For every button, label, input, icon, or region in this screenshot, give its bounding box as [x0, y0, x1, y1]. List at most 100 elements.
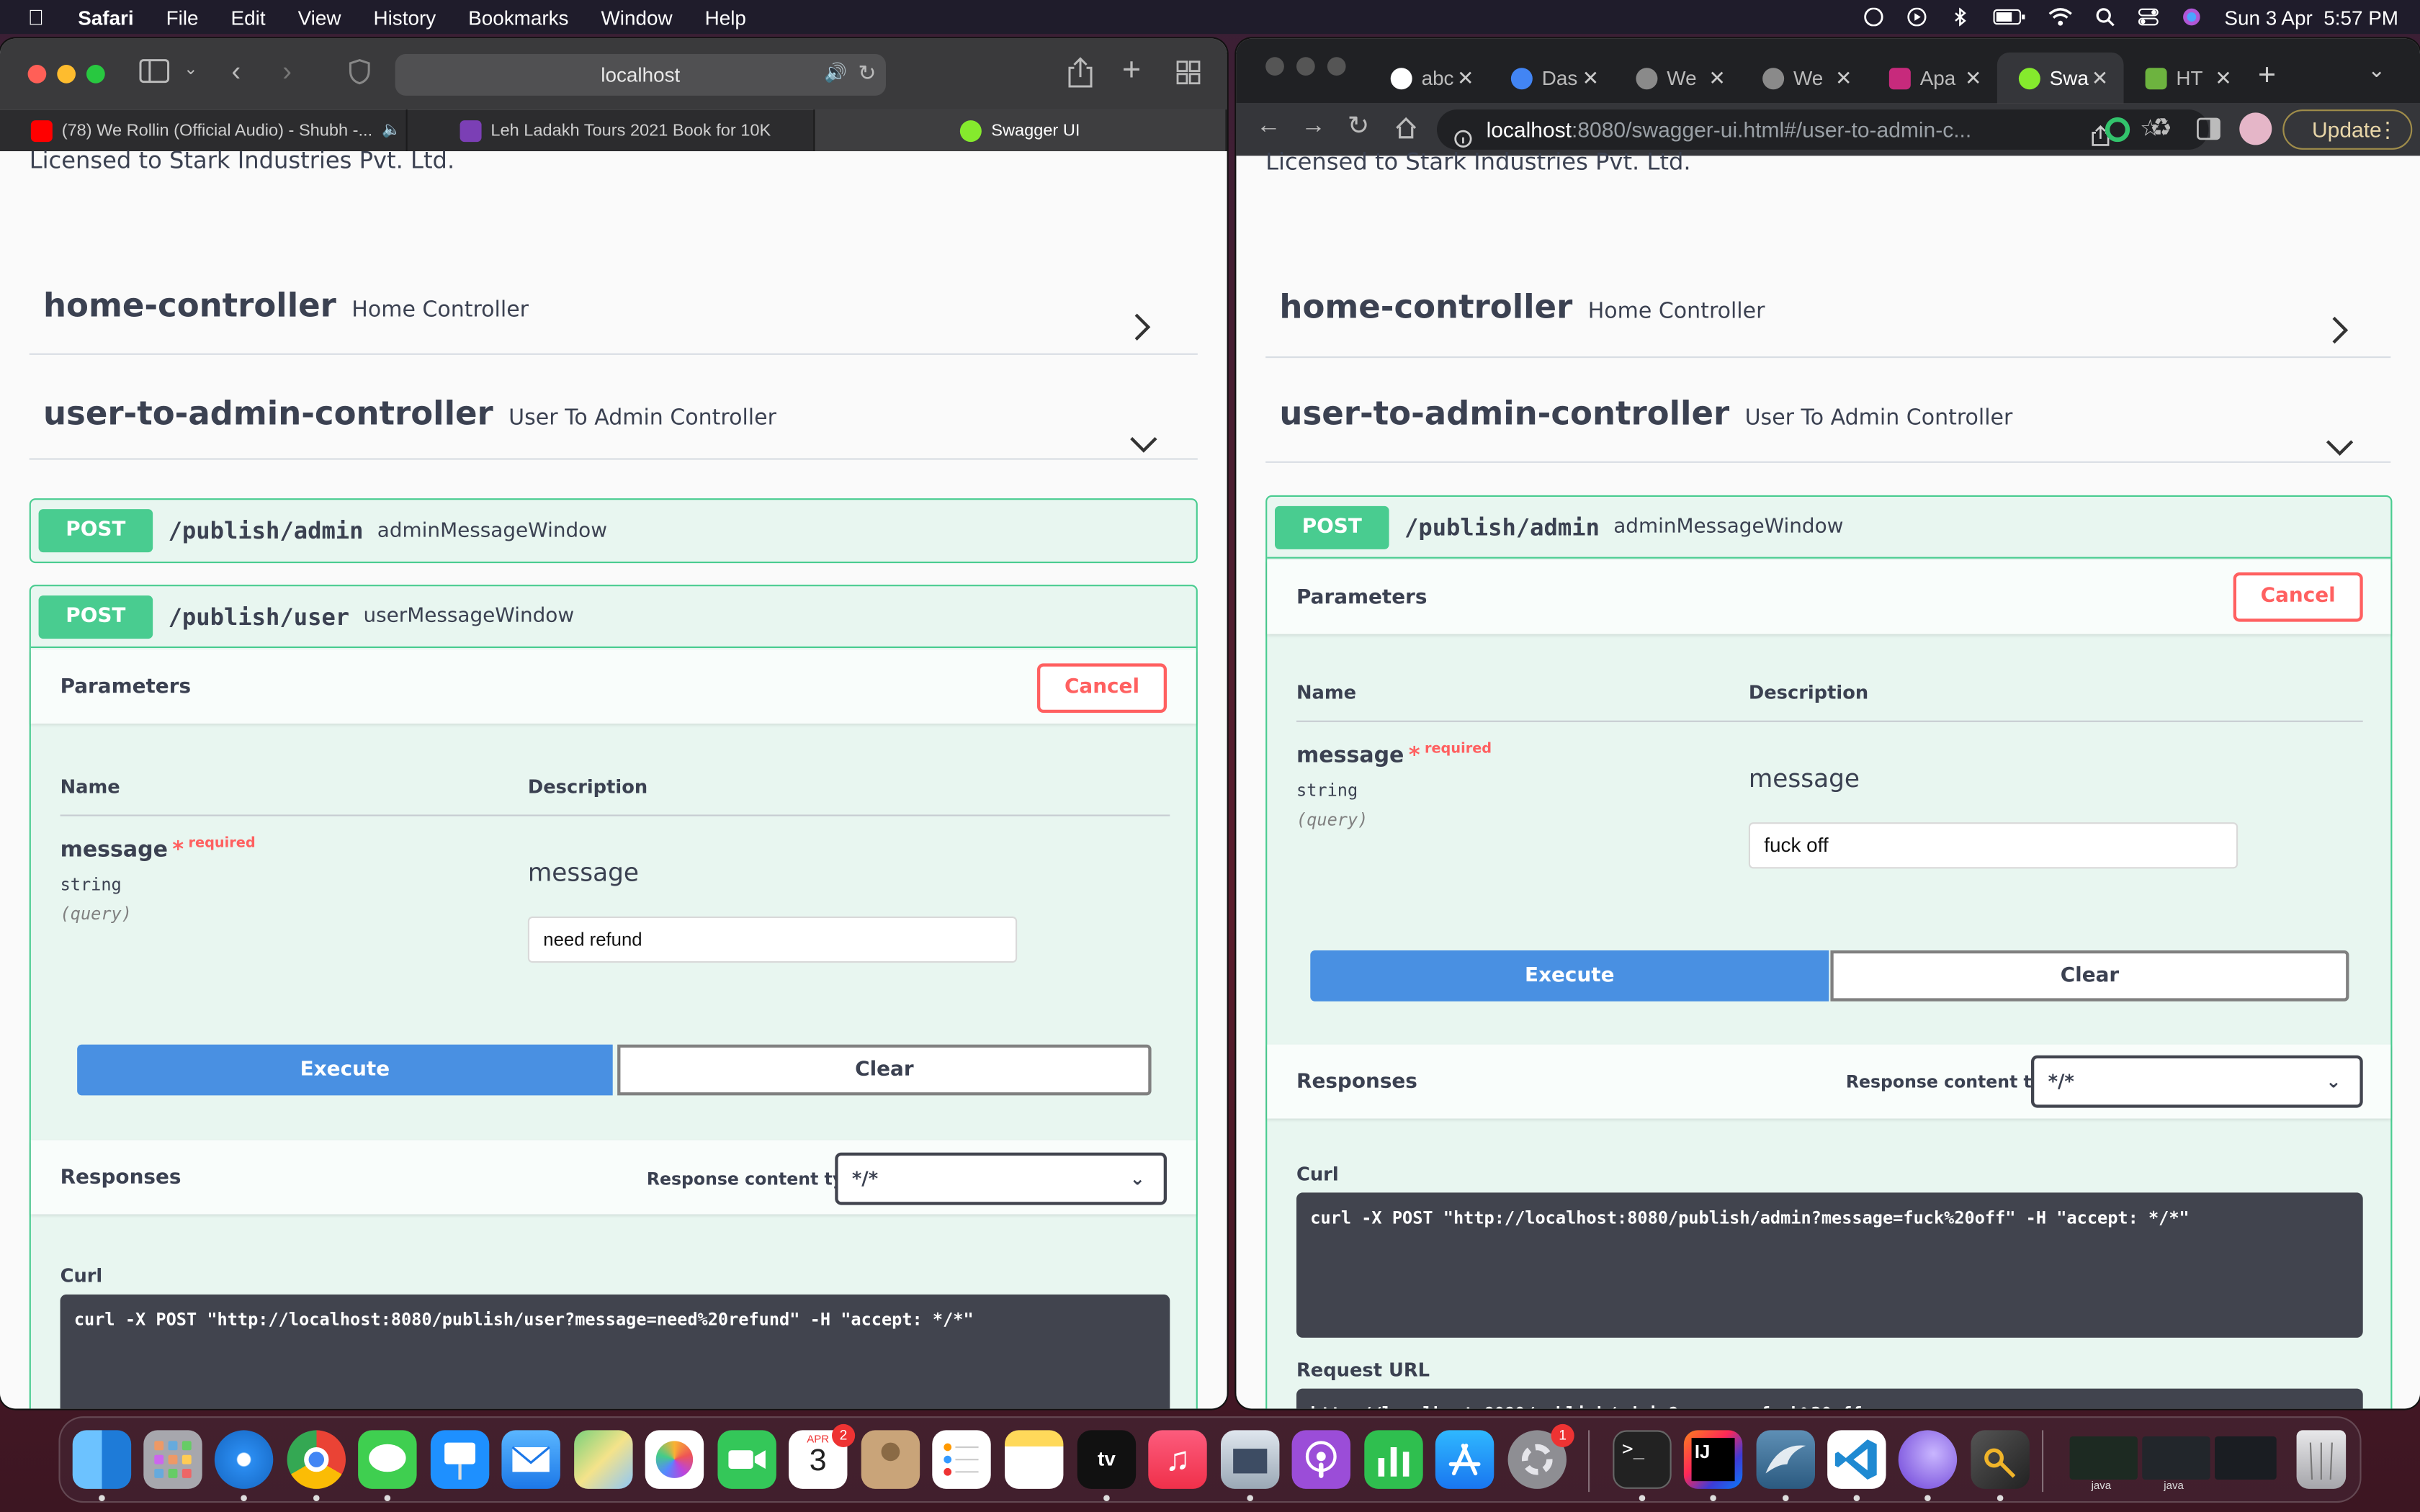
operation-header[interactable]: POST /publish/admin adminMessageWindow	[1267, 497, 2391, 559]
reminders-icon[interactable]	[932, 1430, 991, 1489]
cancel-button[interactable]: Cancel	[1037, 663, 1167, 713]
execute-button[interactable]: Execute	[1310, 950, 1829, 1002]
facetime-icon[interactable]	[717, 1430, 776, 1489]
keynote-icon[interactable]	[430, 1430, 490, 1489]
request-url-code[interactable]: http://localhost:8080/publish/admin?mess…	[1296, 1388, 2363, 1409]
siri-icon[interactable]	[2181, 8, 2202, 27]
audio-icon[interactable]: 🔈	[382, 122, 401, 139]
chevron-down-icon[interactable]	[1128, 426, 1159, 462]
uta-controller-header[interactable]: user-to-admin-controller User To Admin C…	[1265, 386, 2391, 463]
address-bar[interactable]: localhost	[395, 54, 886, 96]
close-tab-icon[interactable]: ✕	[1965, 66, 1981, 90]
chrome-icon[interactable]	[287, 1430, 346, 1489]
tab-swagger[interactable]: Swa ✕	[1996, 52, 2124, 104]
apple-menu-icon[interactable]: 	[28, 4, 45, 29]
menubar-datetime[interactable]: Sun 3 Apr 5:57 PM	[2224, 6, 2398, 29]
trash-icon[interactable]	[2296, 1430, 2347, 1489]
notes-icon[interactable]	[1005, 1430, 1064, 1489]
menu-edit[interactable]: Edit	[231, 6, 266, 29]
app-store-icon[interactable]	[1435, 1430, 1494, 1489]
close-tab-icon[interactable]: ✕	[1582, 66, 1599, 90]
side-panel-icon[interactable]	[2196, 117, 2220, 150]
response-content-type-select[interactable]: */* ⌄	[2031, 1055, 2363, 1108]
terminal-icon[interactable]: >_	[1613, 1430, 1672, 1489]
message-input[interactable]: fuck off	[1748, 822, 2238, 869]
close-window-button[interactable]	[27, 65, 47, 84]
menu-view[interactable]: View	[298, 6, 341, 29]
extension-icon[interactable]	[2105, 117, 2130, 143]
tab-google[interactable]: Das ✕	[1489, 53, 1615, 104]
reload-icon[interactable]: ↻	[858, 60, 876, 86]
back-icon[interactable]: ‹	[231, 55, 241, 88]
app-menu[interactable]: Safari	[78, 6, 133, 29]
close-tab-icon[interactable]: ✕	[1457, 66, 1474, 90]
close-tab-icon[interactable]: ✕	[2215, 66, 2231, 90]
close-tab-icon[interactable]: ✕	[1835, 66, 1852, 90]
menu-bookmarks[interactable]: Bookmarks	[468, 6, 568, 29]
window-thumbnail-java-2[interactable]	[2142, 1436, 2210, 1480]
home-controller-header[interactable]: home-controller Home Controller	[1265, 279, 2391, 359]
chrome-address-bar[interactable]: localhost:8080/swagger-ui.html#/user-to-…	[1436, 109, 2209, 150]
minimize-window-button[interactable]	[57, 65, 76, 84]
tab-overview-icon[interactable]	[1176, 60, 1201, 91]
clear-button[interactable]: Clear	[617, 1044, 1152, 1096]
menu-window[interactable]: Window	[601, 6, 673, 29]
control-center-icon[interactable]	[2138, 8, 2159, 27]
tab-apache[interactable]: Apa ✕	[1868, 53, 1997, 104]
avatar[interactable]	[2239, 112, 2272, 145]
privacy-shield-icon[interactable]	[349, 58, 370, 91]
tab-swagger-ui[interactable]: Swagger UI	[815, 109, 1227, 151]
creative-cloud-icon[interactable]	[1863, 7, 1885, 27]
tab-youtube[interactable]: (78) We Rollin (Official Audio) - Shubh …	[0, 109, 408, 151]
chevron-right-icon[interactable]	[1131, 312, 1153, 351]
preview-icon[interactable]	[1221, 1430, 1280, 1489]
close-tab-icon[interactable]: ✕	[1708, 66, 1725, 90]
puzzle-icon[interactable]: ♻	[2150, 112, 2172, 143]
menu-history[interactable]: History	[373, 6, 436, 29]
safari-icon[interactable]	[214, 1430, 274, 1489]
license-text[interactable]: Licensed to Stark Industries Pvt. Ltd.	[1265, 148, 1690, 176]
apple-tv-icon[interactable]: tv	[1077, 1430, 1137, 1489]
clear-button[interactable]: Clear	[1830, 950, 2349, 1002]
close-window-button[interactable]	[1265, 57, 1284, 76]
close-tab-icon[interactable]: ✕	[2092, 66, 2108, 90]
music-icon[interactable]: ♫	[1148, 1430, 1207, 1489]
window-thumbnail-java-1[interactable]	[2069, 1436, 2138, 1480]
chevron-down-icon[interactable]: ⌄	[2367, 57, 2385, 83]
share-icon[interactable]	[1068, 57, 1093, 94]
home-icon[interactable]	[1394, 116, 1418, 148]
contacts-icon[interactable]	[861, 1430, 920, 1489]
forward-icon[interactable]: ›	[282, 55, 292, 88]
tab-http[interactable]: HT ✕	[2124, 53, 2247, 104]
sidebar-icon[interactable]	[139, 58, 170, 89]
battery-icon[interactable]	[1993, 8, 2027, 27]
uta-controller-header[interactable]: user-to-admin-controller User To Admin C…	[29, 382, 1198, 460]
intellij-icon[interactable]: IJ	[1683, 1430, 1743, 1489]
zoom-window-button[interactable]	[1327, 57, 1346, 76]
tab-leh-ladakh[interactable]: Leh Ladakh Tours 2021 Book for 10K	[408, 109, 815, 151]
window-thumbnail-vscode[interactable]	[2215, 1436, 2277, 1480]
curl-code[interactable]: curl -X POST "http://localhost:8080/publ…	[60, 1294, 1170, 1409]
new-tab-icon[interactable]: +	[2258, 58, 2276, 94]
more-menu-icon[interactable]: ⋮	[2377, 111, 2398, 148]
operation-header[interactable]: POST /publish/user userMessageWindow	[30, 586, 1196, 648]
operation-publish-admin[interactable]: POST /publish/admin adminMessageWindow	[29, 498, 1198, 564]
menu-file[interactable]: File	[166, 6, 199, 29]
back-icon[interactable]: ←	[1256, 112, 1281, 140]
numbers-icon[interactable]	[1364, 1430, 1423, 1489]
messages-icon[interactable]	[358, 1430, 417, 1489]
launchpad-icon[interactable]	[143, 1430, 202, 1489]
search-icon[interactable]	[2094, 8, 2116, 27]
forward-icon[interactable]: →	[1301, 112, 1325, 140]
menu-help[interactable]: Help	[705, 6, 746, 29]
reload-icon[interactable]: ↻	[1348, 111, 1370, 142]
finder-icon[interactable]	[72, 1430, 132, 1489]
message-input[interactable]: need refund	[527, 916, 1018, 963]
bluetooth-icon[interactable]	[1950, 7, 1971, 27]
play-icon[interactable]	[1906, 7, 1928, 27]
license-text[interactable]: Licensed to Stark Industries Pvt. Ltd.	[30, 147, 454, 175]
update-button[interactable]: Update ⋮	[2282, 109, 2413, 150]
chevron-down-icon[interactable]	[2324, 429, 2355, 466]
vscode-icon[interactable]	[1827, 1430, 1886, 1489]
chevron-down-icon[interactable]: ⌄	[184, 58, 198, 79]
